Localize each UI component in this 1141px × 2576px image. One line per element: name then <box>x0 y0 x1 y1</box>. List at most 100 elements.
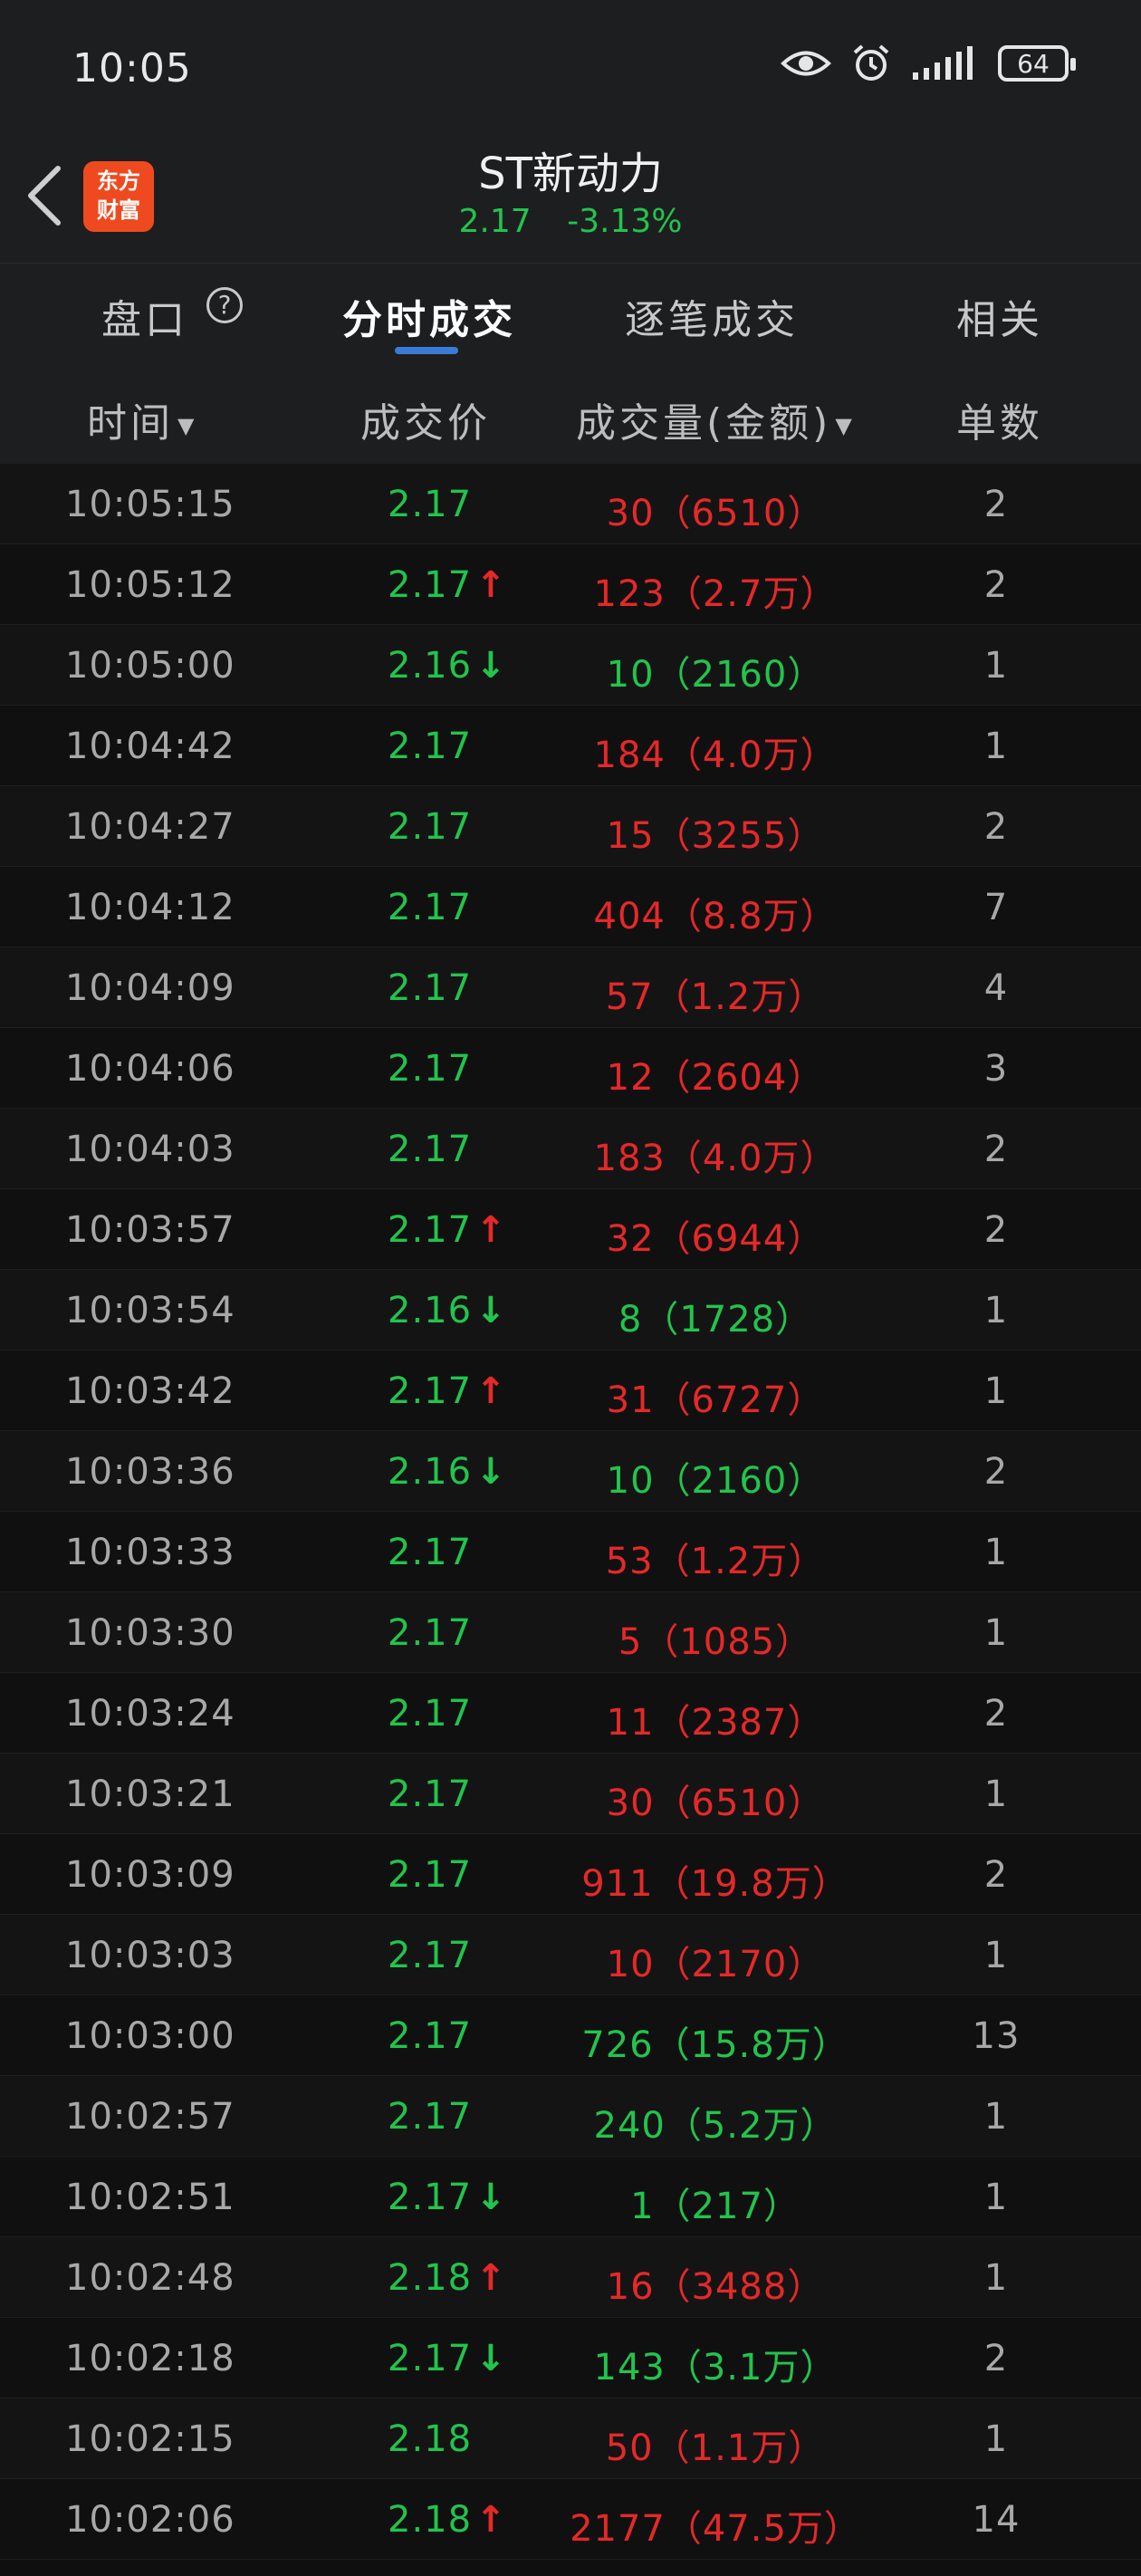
trade-time: 10:03:21 <box>65 1773 235 1815</box>
trade-price-cell: 2.17 ↑ <box>388 1370 507 1412</box>
stock-name: ST新动力 <box>478 149 663 199</box>
trade-price-cell: 2.17 <box>388 1612 472 1654</box>
col-count-header: 单数 <box>956 400 1043 447</box>
trade-volume: 15（3255） <box>606 815 825 857</box>
tab-handicap[interactable]: 盘口? <box>101 287 243 345</box>
tab-related[interactable]: 相关 <box>956 287 1043 345</box>
table-row: 10:03:57 2.17 ↑ 32（6944） 2 <box>0 1189 1141 1270</box>
trade-price-cell: 2.17 <box>388 1532 472 1573</box>
table-row: 10:03:33 2.17 53（1.2万） 1 <box>0 1512 1141 1592</box>
trade-price: 2.17 <box>388 2096 473 2138</box>
trade-time: 10:04:42 <box>65 726 235 767</box>
trade-price-cell: 2.16 ↓ <box>388 1451 507 1493</box>
table-row: 10:04:27 2.17 15（3255） 2 <box>0 786 1141 867</box>
table-row: 10:02:57 2.17 240（5.2万） 1 <box>0 2076 1141 2157</box>
battery-icon: 64 <box>998 45 1076 82</box>
trade-price-cell: 2.17 <box>388 806 472 848</box>
trade-count: 2 <box>983 1451 1009 1493</box>
trade-price-cell: 2.17 ↓ <box>388 2338 507 2379</box>
table-row: 10:03:36 2.16 ↓ 10（2160） 2 <box>0 1431 1141 1512</box>
trade-price: 2.16 <box>388 645 473 687</box>
table-row: 10:04:12 2.17 404（8.8万） 7 <box>0 867 1141 947</box>
trade-time: 10:05:00 <box>65 645 235 687</box>
trade-time: 10:03:36 <box>65 1451 235 1493</box>
trade-count: 3 <box>983 1048 1009 1090</box>
trade-volume: 53（1.2万） <box>605 1541 826 1582</box>
table-row: 10:02:15 2.18 50（1.1万） 1 <box>0 2398 1141 2479</box>
trade-price-cell: 2.18 ↑ <box>388 2257 507 2299</box>
trade-time: 10:02:57 <box>65 2096 235 2138</box>
signal-icon <box>913 46 973 80</box>
trade-volume: 5（1085） <box>618 1621 813 1663</box>
table-row: 10:02:18 2.17 ↓ 143（3.1万） 2 <box>0 2318 1141 2398</box>
trade-price-cell: 2.17 <box>388 1048 472 1090</box>
sort-caret-icon: ▼ <box>177 413 195 438</box>
trade-price: 2.17 <box>388 564 473 606</box>
trade-price-cell: 2.17 <box>388 2015 472 2057</box>
trade-time: 10:03:09 <box>65 1854 235 1896</box>
trade-count: 2 <box>983 1693 1009 1735</box>
trade-count: 1 <box>983 2257 1009 2299</box>
table-row: 10:03:21 2.17 30（6510） 1 <box>0 1754 1141 1834</box>
tab-tick-trades[interactable]: 逐笔成交 <box>625 287 799 345</box>
trade-time: 10:04:09 <box>65 967 235 1009</box>
trade-price: 2.16 <box>388 1451 473 1493</box>
trade-price: 2.17 <box>388 1048 473 1090</box>
up-arrow-icon: ↑ <box>475 564 507 606</box>
status-icons: 64 <box>781 43 1076 83</box>
table-row: 10:03:42 2.17 ↑ 31（6727） 1 <box>0 1350 1141 1431</box>
up-arrow-icon: ↑ <box>475 2499 507 2541</box>
sort-caret-icon: ▼ <box>835 413 852 438</box>
trade-price-cell: 2.17 ↑ <box>388 1209 507 1251</box>
stock-price: 2.17 <box>458 203 532 240</box>
table-row: 10:04:09 2.17 57（1.2万） 4 <box>0 947 1141 1028</box>
trade-time: 10:04:12 <box>65 887 235 928</box>
trade-count: 1 <box>983 1290 1009 1331</box>
stock-header: 东方 财富 ST新动力 2.17 -3.13% <box>0 136 1141 263</box>
down-arrow-icon: ↓ <box>475 1290 507 1331</box>
trade-table: 10:05:15 2.17 30（6510） 2 10:05:12 2.17 ↑ 123（2.… <box>0 464 1141 2560</box>
col-volume-header[interactable]: 成交量(金额) ▼ <box>576 390 852 448</box>
table-row: 10:05:00 2.16 ↓ 10（2160） 1 <box>0 625 1141 706</box>
table-row: 10:04:03 2.17 183（4.0万） 2 <box>0 1109 1141 1189</box>
table-row: 10:03:03 2.17 10（2170） 1 <box>0 1915 1141 1995</box>
trade-volume: 2177（47.5万） <box>570 2508 861 2550</box>
tab-timeshare-trades[interactable]: 分时成交 <box>342 287 516 345</box>
trade-volume: 12（2604） <box>606 1057 825 1099</box>
table-row: 10:02:48 2.18 ↑ 16（3488） 1 <box>0 2237 1141 2318</box>
tab-bar: 盘口? 分时成交 逐笔成交 相关 <box>0 263 1141 360</box>
up-arrow-icon: ↑ <box>475 1370 507 1412</box>
trade-volume: 31（6727） <box>606 1379 825 1421</box>
trade-price-cell: 2.17 <box>388 1935 472 1976</box>
alarm-icon <box>853 44 889 81</box>
table-row: 10:05:15 2.17 30（6510） 2 <box>0 464 1141 544</box>
trade-count: 1 <box>983 645 1009 687</box>
down-arrow-icon: ↓ <box>475 2338 507 2379</box>
table-row: 10:04:42 2.17 184（4.0万） 1 <box>0 706 1141 786</box>
trade-time: 10:03:30 <box>65 1612 235 1654</box>
trade-time: 10:02:18 <box>65 2338 235 2379</box>
trade-volume: 184（4.0万） <box>593 735 838 776</box>
col-volume-label: 成交量(金额) <box>576 400 832 447</box>
status-bar: 10:05 64 <box>0 0 1141 136</box>
help-icon[interactable]: ? <box>206 287 243 323</box>
tab-handicap-label: 盘口 <box>101 297 188 343</box>
trade-time: 10:03:03 <box>65 1935 235 1976</box>
trade-volume: 143（3.1万） <box>593 2347 838 2389</box>
col-time-header[interactable]: 时间 ▼ <box>87 390 194 448</box>
trade-price-cell: 2.17 <box>388 484 472 525</box>
trade-price-cell: 2.17 <box>388 1773 472 1815</box>
trade-price: 2.17 <box>388 967 473 1009</box>
down-arrow-icon: ↓ <box>475 2177 507 2218</box>
table-row: 10:03:00 2.17 726（15.8万） 13 <box>0 1995 1141 2076</box>
trade-time: 10:03:57 <box>65 1209 235 1251</box>
down-arrow-icon: ↓ <box>475 1451 507 1493</box>
trade-count: 13 <box>972 2015 1021 2057</box>
stock-change: -3.13% <box>567 203 683 240</box>
trade-price: 2.17 <box>388 1935 473 1976</box>
trade-price: 2.17 <box>388 1693 473 1735</box>
trade-price: 2.18 <box>388 2418 473 2460</box>
trade-price-cell: 2.17 <box>388 1129 472 1170</box>
trade-count: 7 <box>983 887 1009 928</box>
trade-price: 2.17 <box>388 1129 473 1170</box>
